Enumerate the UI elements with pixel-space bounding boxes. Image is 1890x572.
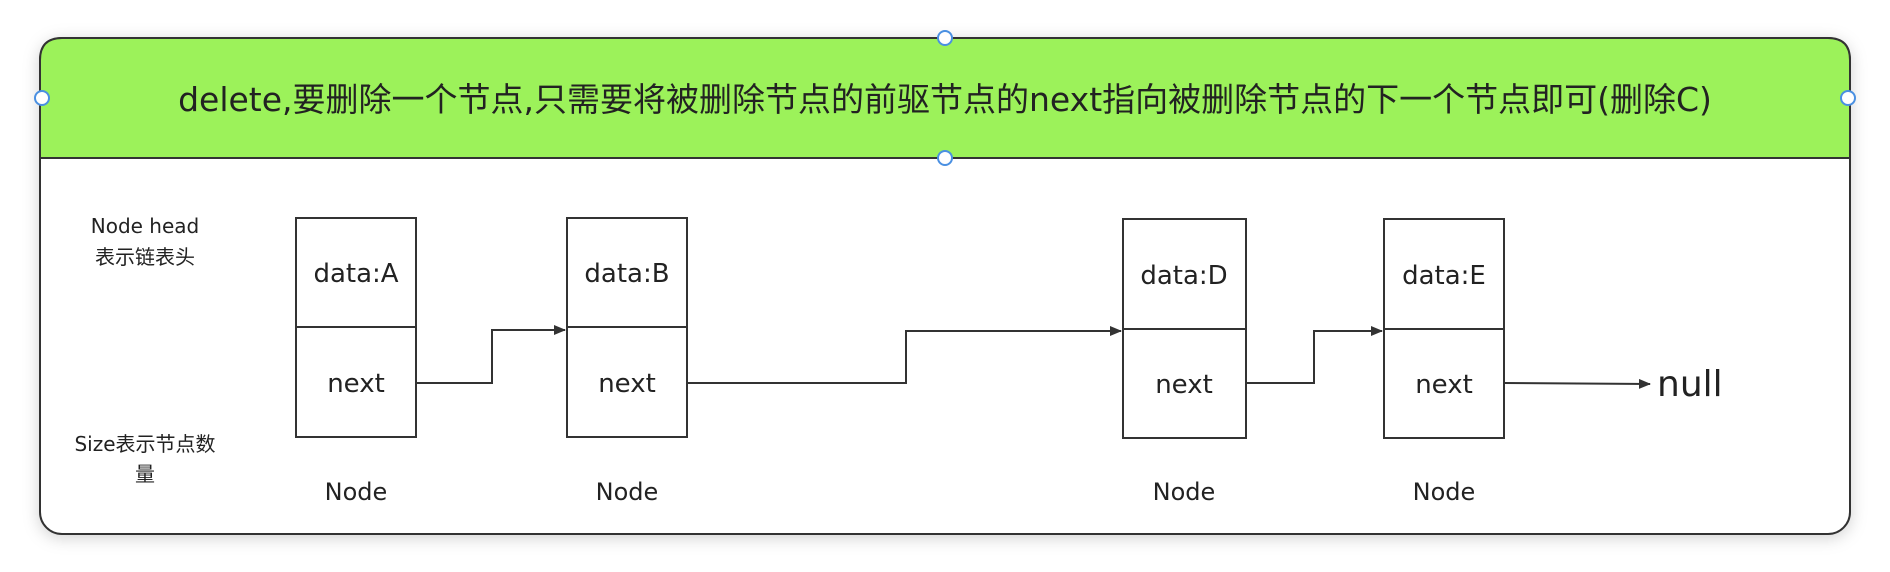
node-e-next-text: next [1415, 370, 1473, 400]
arrow-e-to-null[interactable] [1503, 378, 1651, 389]
title-text: delete,要删除一个节点,只需要将被删除节点的前驱节点的next指向被删除节… [178, 80, 1712, 119]
head-note-line1: Node head [91, 214, 200, 238]
size-note-line1: Size表示节点数 [74, 432, 215, 456]
null-label: null [1657, 364, 1723, 405]
diagram-canvas: delete,要删除一个节点,只需要将被删除节点的前驱节点的next指向被删除节… [34, 30, 1856, 535]
head-note-line2: 表示链表头 [95, 245, 195, 269]
node-a-next-text: next [327, 369, 385, 399]
node-a-label: Node [325, 478, 388, 506]
resize-handle-right[interactable] [1840, 90, 1856, 106]
resize-handle-top[interactable] [937, 30, 953, 46]
node-b-data-text: data:B [584, 259, 669, 289]
resize-handle-left[interactable] [34, 90, 50, 106]
node-e-label: Node [1413, 478, 1476, 506]
resize-handle-bottom[interactable] [937, 150, 953, 166]
size-note-line2: 量 [135, 462, 155, 486]
node-b-label: Node [596, 478, 659, 506]
node-e-data-text: data:E [1402, 261, 1486, 291]
node-d-label: Node [1153, 478, 1216, 506]
node-d-next-text: next [1155, 370, 1213, 400]
node-b-next-text: next [598, 369, 656, 399]
node-a-data-text: data:A [313, 259, 398, 289]
node-d-data-text: data:D [1140, 261, 1227, 291]
